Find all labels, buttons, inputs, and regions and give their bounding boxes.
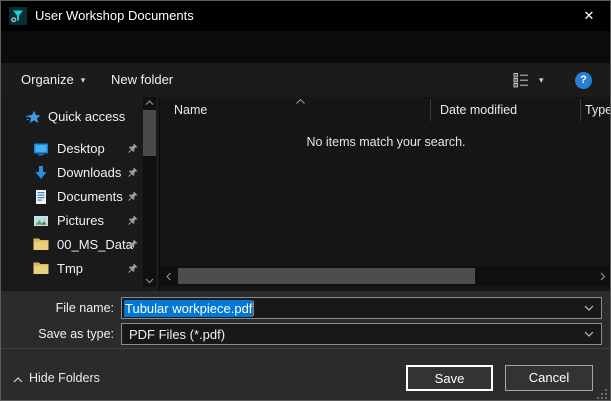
pin-icon [126,143,138,155]
hide-folders-label: Hide Folders [29,371,100,385]
documents-icon [33,189,49,205]
sidebar-scrollbar[interactable] [143,97,156,287]
new-folder-button[interactable]: New folder [111,63,173,97]
desktop-icon [33,141,49,157]
scroll-left-icon[interactable] [162,266,176,286]
sidebar-item-label: 00_MS_Data [57,237,133,252]
pictures-icon [33,213,49,229]
column-header-date-modified[interactable]: Date modified [440,97,517,123]
file-fields: File name: Tubular workpiece.pdf Save as… [1,291,610,348]
file-name-value: Tubular workpiece.pdf [124,300,253,317]
sidebar-item-desktop[interactable]: Desktop [1,137,143,161]
folder-icon [33,237,49,251]
scroll-up-icon[interactable] [143,97,156,109]
scrollbar-thumb[interactable] [143,110,156,156]
sidebar-item-00-ms-data[interactable]: 00_MS_Data [1,233,143,257]
sidebar-item-documents[interactable]: Documents [1,185,143,209]
sidebar-item-downloads[interactable]: Downloads [1,161,143,185]
sidebar-item-quick-access[interactable]: Quick access [1,107,159,129]
save-button[interactable]: Save [406,365,493,391]
scroll-right-icon[interactable] [596,266,610,286]
sidebar-item-label: Documents [57,189,123,204]
sidebar-item-label: Desktop [57,141,105,156]
save-as-type-select[interactable]: PDF Files (*.pdf) [121,323,602,345]
scrollbar-thumb[interactable] [178,268,475,284]
chevron-down-icon[interactable] [584,331,594,337]
save-as-type-label: Save as type: [1,323,114,345]
navigation-sidebar: Quick access Desktop [1,97,159,291]
pin-icon [126,263,138,275]
close-button[interactable]: ✕ [568,1,610,31]
window-title: User Workshop Documents [35,1,194,31]
pin-icon [126,215,138,227]
app-icon [9,7,27,25]
cancel-button[interactable]: Cancel [505,365,593,391]
organize-label: Organize [21,72,74,87]
view-dropdown-icon[interactable]: ▾ [539,63,544,97]
resize-grip[interactable] [597,389,608,400]
pin-icon [126,191,138,203]
scroll-down-icon[interactable] [143,275,156,287]
column-header-name[interactable]: Name [174,97,207,123]
sidebar-item-label: Tmp [57,261,83,276]
help-button[interactable]: ? [575,72,592,89]
folder-icon [33,261,49,275]
sidebar-item-tmp[interactable]: Tmp [1,257,143,281]
chevron-up-icon [13,377,23,383]
save-as-dialog: User Workshop Documents ✕ ← → ⌄ ↑ « GO2c… [0,0,611,401]
empty-results-message: No items match your search. [160,135,611,149]
content-area: Quick access Desktop [1,97,610,291]
command-toolbar: Organize ▾ New folder ▾ ? [1,63,610,97]
title-bar: User Workshop Documents ✕ [1,1,610,31]
column-divider[interactable] [430,99,431,121]
pin-icon [126,239,138,251]
downloads-icon [33,165,49,181]
file-list: Name Date modified Type No items match y… [159,97,611,291]
file-name-input[interactable]: Tubular workpiece.pdf [121,297,602,319]
sidebar-item-label: Pictures [57,213,104,228]
pin-icon [126,167,138,179]
quick-access-star-icon [26,110,41,125]
save-as-type-value: PDF Files (*.pdf) [129,327,225,342]
organize-button[interactable]: Organize ▾ [21,63,85,97]
sidebar-item-label: Downloads [57,165,121,180]
dialog-footer: Hide Folders Save Cancel [1,348,610,401]
column-divider[interactable] [580,99,581,121]
chevron-down-icon[interactable] [584,305,594,311]
sidebar-header-label: Quick access [48,109,125,124]
file-name-label: File name: [1,297,114,319]
chevron-down-icon: ▾ [81,75,86,85]
column-header-type[interactable]: Type [585,97,611,123]
details-view-icon[interactable] [513,72,529,88]
navigation-bar: ← → ⌄ ↑ « GO2camV611 › Fiche ⌄ ↻ [1,31,610,63]
text-caret [253,301,254,316]
horizontal-scrollbar[interactable] [160,266,611,286]
sidebar-item-pictures[interactable]: Pictures [1,209,143,233]
sort-ascending-icon [296,99,305,104]
